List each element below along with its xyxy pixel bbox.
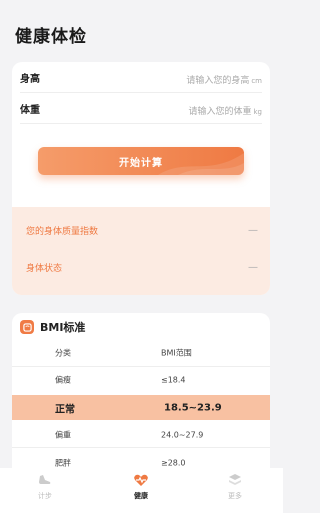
weight-placeholder: 请输入您的体重 [188, 106, 252, 117]
weight-unit: kg [253, 107, 263, 116]
row-range: ≤18.4 [161, 375, 186, 385]
page-title: 健康体检 [15, 27, 87, 47]
row-range: 24.0~27.9 [161, 430, 204, 440]
height-placeholder: 请输入您的身高 [186, 75, 250, 86]
start-calculate-button[interactable]: 开始计算 [38, 147, 244, 175]
bmi-standard-card: BMI标准 分类 BMI范围 偏瘦 ≤18.4 正常 18.5~23.9 偏重 … [12, 313, 270, 483]
table-header-row: 分类 BMI范围 [12, 341, 270, 365]
divider [12, 447, 270, 448]
tab-more[interactable]: 更多 [205, 472, 265, 501]
col-range-header: BMI范围 [161, 348, 192, 358]
table-row-highlighted: 正常 18.5~23.9 [12, 395, 270, 420]
bmi-result-row: 您的身体质量指数 — [26, 220, 258, 240]
height-unit: cm [251, 76, 262, 85]
weight-label: 体重 [20, 104, 40, 116]
start-button-label: 开始计算 [119, 157, 163, 169]
status-result-value: — [248, 261, 258, 273]
row-range: ≥28.0 [161, 458, 186, 468]
status-result-label: 身体状态 [26, 263, 63, 274]
divider [12, 366, 270, 367]
weight-input[interactable]: 请输入您的体重 kg [188, 99, 262, 118]
tab-health[interactable]: 健康 [111, 472, 171, 501]
height-row[interactable]: 身高 请输入您的身高 cm [12, 62, 270, 92]
tab-label: 计步 [38, 492, 52, 500]
bottom-tab-bar: 计步 健康 更多 [0, 468, 283, 513]
weight-row[interactable]: 体重 请输入您的体重 kg [12, 93, 270, 123]
bmi-header: BMI标准 [20, 319, 85, 335]
row-category: 偏重 [55, 430, 71, 440]
bmi-title: BMI标准 [40, 321, 86, 334]
tab-label: 健康 [134, 492, 148, 500]
tab-label: 更多 [228, 492, 242, 500]
status-result-row: 身体状态 — [26, 257, 258, 277]
bmi-result-label: 您的身体质量指数 [26, 226, 99, 237]
layers-icon [229, 474, 241, 485]
col-category-header: 分类 [55, 348, 71, 358]
divider [20, 123, 262, 124]
bmi-result-value: — [248, 224, 258, 236]
row-category: 偏瘦 [55, 375, 71, 385]
result-panel: 您的身体质量指数 — 身体状态 — [12, 207, 270, 295]
scale-icon [20, 320, 34, 334]
row-category: 肥胖 [55, 458, 71, 468]
table-row: 偏瘦 ≤18.4 [12, 368, 270, 392]
input-card: 身高 请输入您的身高 cm 体重 请输入您的体重 kg 开始计算 您的身体质量指数 … [12, 62, 270, 295]
heart-pulse-icon [134, 474, 148, 486]
shoe-icon [39, 475, 51, 484]
row-range: 18.5~23.9 [164, 402, 222, 413]
row-category: 正常 [55, 404, 75, 415]
height-label: 身高 [20, 73, 40, 85]
table-row: 偏重 24.0~27.9 [12, 423, 270, 447]
tab-steps[interactable]: 计步 [15, 472, 75, 501]
height-input[interactable]: 请输入您的身高 cm [186, 68, 262, 87]
